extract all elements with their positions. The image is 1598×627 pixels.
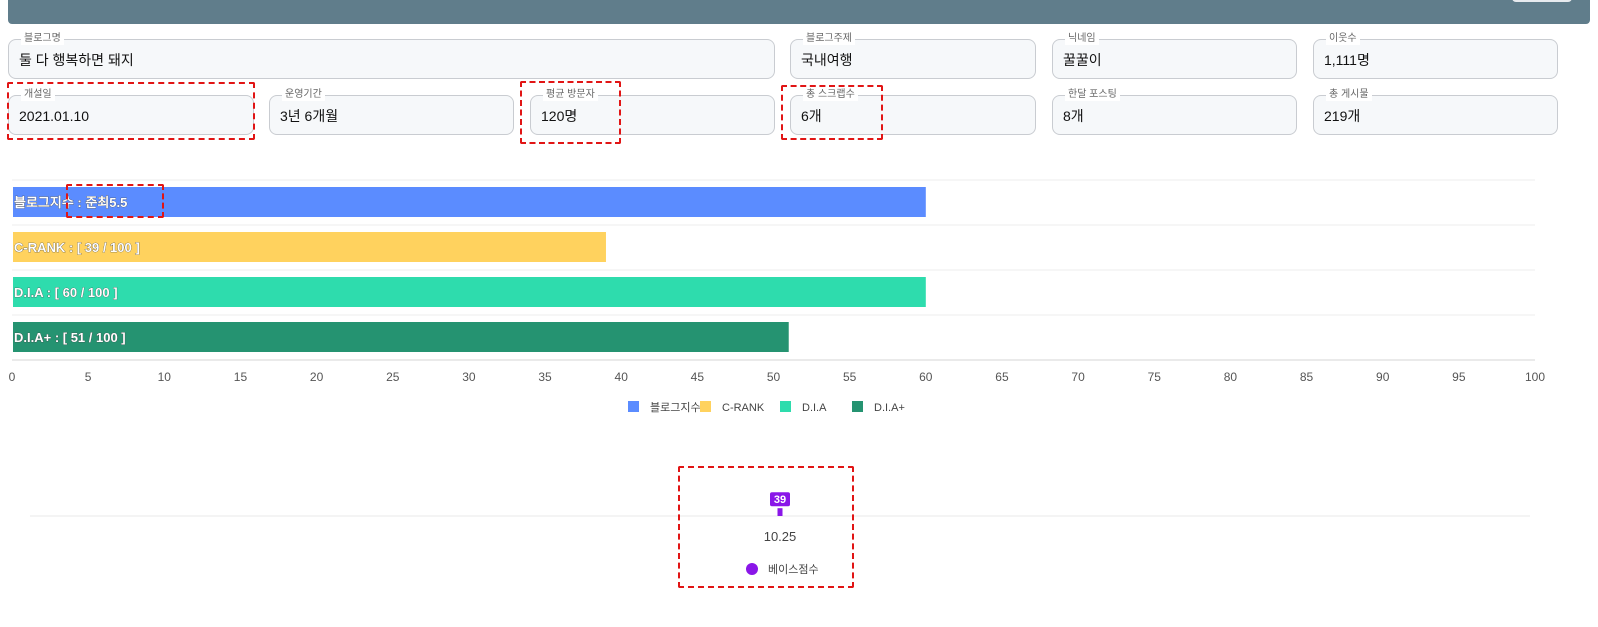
x-tick-label: 5 bbox=[85, 370, 92, 384]
monthly-posts-value: 8개 bbox=[1063, 108, 1084, 124]
legend-swatch bbox=[628, 401, 639, 412]
blog-topic-label: 블로그주제 bbox=[803, 33, 855, 45]
x-tick-label: 100 bbox=[1525, 370, 1545, 384]
avg-visitors-field[interactable]: 평균 방문자 120명 bbox=[530, 89, 775, 135]
monthly-posts-label: 한달 포스팅 bbox=[1065, 89, 1120, 101]
open-date-field[interactable]: 개설일 2021.01.10 bbox=[8, 89, 254, 135]
bar-D.I.A+ bbox=[13, 322, 789, 352]
bar-label: C-RANK : [ 39 / 100 ] bbox=[14, 240, 140, 255]
total-posts-field[interactable]: 총 게시물 219개 bbox=[1313, 89, 1558, 135]
legend-swatch bbox=[852, 401, 863, 412]
blog-name-field[interactable]: 블로그명 둘 다 행복하면 돼지 bbox=[8, 33, 775, 79]
blog-name-label: 블로그명 bbox=[21, 33, 64, 45]
base-score-bar bbox=[777, 508, 783, 516]
x-tick-label: 10 bbox=[158, 370, 172, 384]
x-tick-label: 85 bbox=[1300, 370, 1314, 384]
data-label: 39 bbox=[774, 494, 786, 506]
base-score-chart: 39 10.25 베이스점수 bbox=[30, 492, 1530, 576]
scraps-value: 6개 bbox=[801, 108, 822, 124]
period-field[interactable]: 운영기간 3년 6개월 bbox=[269, 89, 514, 135]
chart-legend: 블로그지수 C-RANK D.I.A D.I.A+ bbox=[628, 401, 905, 414]
scraps-field[interactable]: 총 스크랩수 6개 bbox=[790, 89, 1036, 135]
total-posts-value: 219개 bbox=[1324, 108, 1361, 124]
nickname-value: 꿀꿀이 bbox=[1063, 52, 1102, 68]
bar-label: D.I.A : [ 60 / 100 ] bbox=[14, 285, 118, 300]
total-posts-label: 총 게시물 bbox=[1326, 89, 1372, 101]
blog-name-value: 둘 다 행복하면 돼지 bbox=[19, 52, 134, 68]
neighbors-value: 1,111명 bbox=[1324, 52, 1370, 68]
bar-label: D.I.A+ : [ 51 / 100 ] bbox=[14, 330, 126, 345]
x-tick-label: 40 bbox=[615, 370, 629, 384]
x-tick-label: 60 bbox=[919, 370, 933, 384]
neighbors-field[interactable]: 이웃수 1,111명 bbox=[1313, 33, 1558, 79]
scraps-label: 총 스크랩수 bbox=[803, 89, 858, 101]
x-tick-label: 65 bbox=[995, 370, 1009, 384]
x-tick-label: 45 bbox=[691, 370, 705, 384]
x-tick-label: 75 bbox=[1148, 370, 1162, 384]
legend-label: D.I.A bbox=[802, 402, 827, 414]
avg-visitors-label: 평균 방문자 bbox=[543, 89, 598, 101]
open-date-label: 개설일 bbox=[21, 89, 55, 101]
period-value: 3년 6개월 bbox=[280, 108, 339, 124]
bar-label: 블로그지수 : 준최5.5 bbox=[14, 195, 127, 210]
x-tick-label: 80 bbox=[1224, 370, 1238, 384]
x-tick-label: 20 bbox=[310, 370, 324, 384]
legend-label: D.I.A+ bbox=[874, 402, 905, 414]
blog-topic-field[interactable]: 블로그주제 국내여행 bbox=[790, 33, 1036, 79]
bar-블로그지수 bbox=[13, 187, 926, 217]
x-tick-label: 30 bbox=[462, 370, 476, 384]
x-tick-label: 95 bbox=[1452, 370, 1466, 384]
legend-swatch bbox=[780, 401, 791, 412]
x-tick-label: 55 bbox=[843, 370, 857, 384]
top-bar bbox=[8, 0, 1590, 24]
x-tick-label: 0 bbox=[9, 370, 16, 384]
category-label: 10.25 bbox=[764, 529, 797, 544]
neighbors-label: 이웃수 bbox=[1326, 33, 1360, 45]
open-date-value: 2021.01.10 bbox=[19, 108, 90, 124]
x-tick-label: 50 bbox=[767, 370, 781, 384]
legend-label: C-RANK bbox=[722, 402, 765, 414]
bar-D.I.A bbox=[13, 277, 926, 307]
legend-swatch bbox=[700, 401, 711, 412]
top-handle[interactable] bbox=[1512, 0, 1572, 2]
blog-index-chart: 블로그지수 : 준최5.5 C-RANK : [ 39 / 100 ] D.I.A … bbox=[9, 179, 1545, 414]
avg-visitors-value: 120명 bbox=[541, 108, 578, 124]
nickname-label: 닉네임 bbox=[1065, 33, 1099, 45]
legend-label: 블로그지수 bbox=[650, 401, 701, 414]
nickname-field[interactable]: 닉네임 꿀꿀이 bbox=[1052, 33, 1297, 79]
legend-swatch bbox=[746, 563, 758, 575]
legend-label: 베이스점수 bbox=[768, 563, 819, 576]
x-tick-label: 35 bbox=[538, 370, 552, 384]
x-tick-label: 70 bbox=[1071, 370, 1085, 384]
blog-topic-value: 국내여행 bbox=[801, 52, 853, 68]
x-tick-label: 15 bbox=[234, 370, 248, 384]
x-tick-label: 25 bbox=[386, 370, 400, 384]
x-tick-label: 90 bbox=[1376, 370, 1390, 384]
monthly-posts-field[interactable]: 한달 포스팅 8개 bbox=[1052, 89, 1297, 135]
period-label: 운영기간 bbox=[282, 89, 325, 101]
